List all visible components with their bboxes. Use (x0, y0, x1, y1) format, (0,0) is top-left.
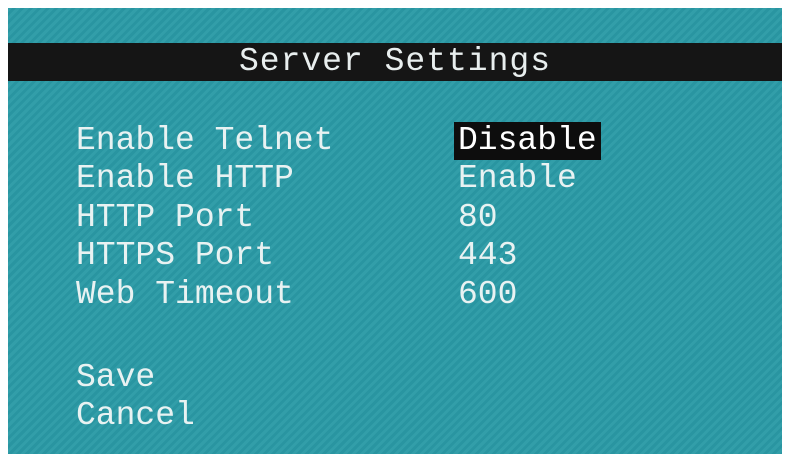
setting-value-enable-http[interactable]: Enable (454, 160, 581, 198)
setting-label-http-port: HTTP Port (76, 199, 255, 236)
setting-label-web-timeout: Web Timeout (76, 276, 294, 313)
setting-value-https-port[interactable]: 443 (454, 237, 521, 275)
cancel-button[interactable]: Cancel (76, 397, 195, 435)
setting-value-enable-telnet[interactable]: Disable (454, 122, 601, 160)
page-title: Server Settings (238, 43, 552, 80)
title-bar: Server Settings (8, 43, 782, 81)
save-button[interactable]: Save (76, 359, 155, 397)
setting-row-https-port[interactable]: HTTPS Port 443 (76, 237, 517, 275)
setting-row-web-timeout[interactable]: Web Timeout 600 (76, 276, 517, 314)
setting-row-http-port[interactable]: HTTP Port 80 (76, 199, 498, 237)
setting-value-web-timeout[interactable]: 600 (454, 276, 521, 314)
setting-label-enable-http: Enable HTTP (76, 160, 294, 197)
setting-label-https-port: HTTPS Port (76, 237, 275, 274)
setting-label-enable-telnet: Enable Telnet (76, 122, 334, 159)
setting-value-http-port[interactable]: 80 (454, 199, 502, 237)
osd-screen: Server Settings Enable Telnet Disable En… (8, 8, 782, 454)
setting-row-enable-http[interactable]: Enable HTTP Enable (76, 160, 577, 198)
setting-row-enable-telnet[interactable]: Enable Telnet Disable (76, 122, 601, 160)
